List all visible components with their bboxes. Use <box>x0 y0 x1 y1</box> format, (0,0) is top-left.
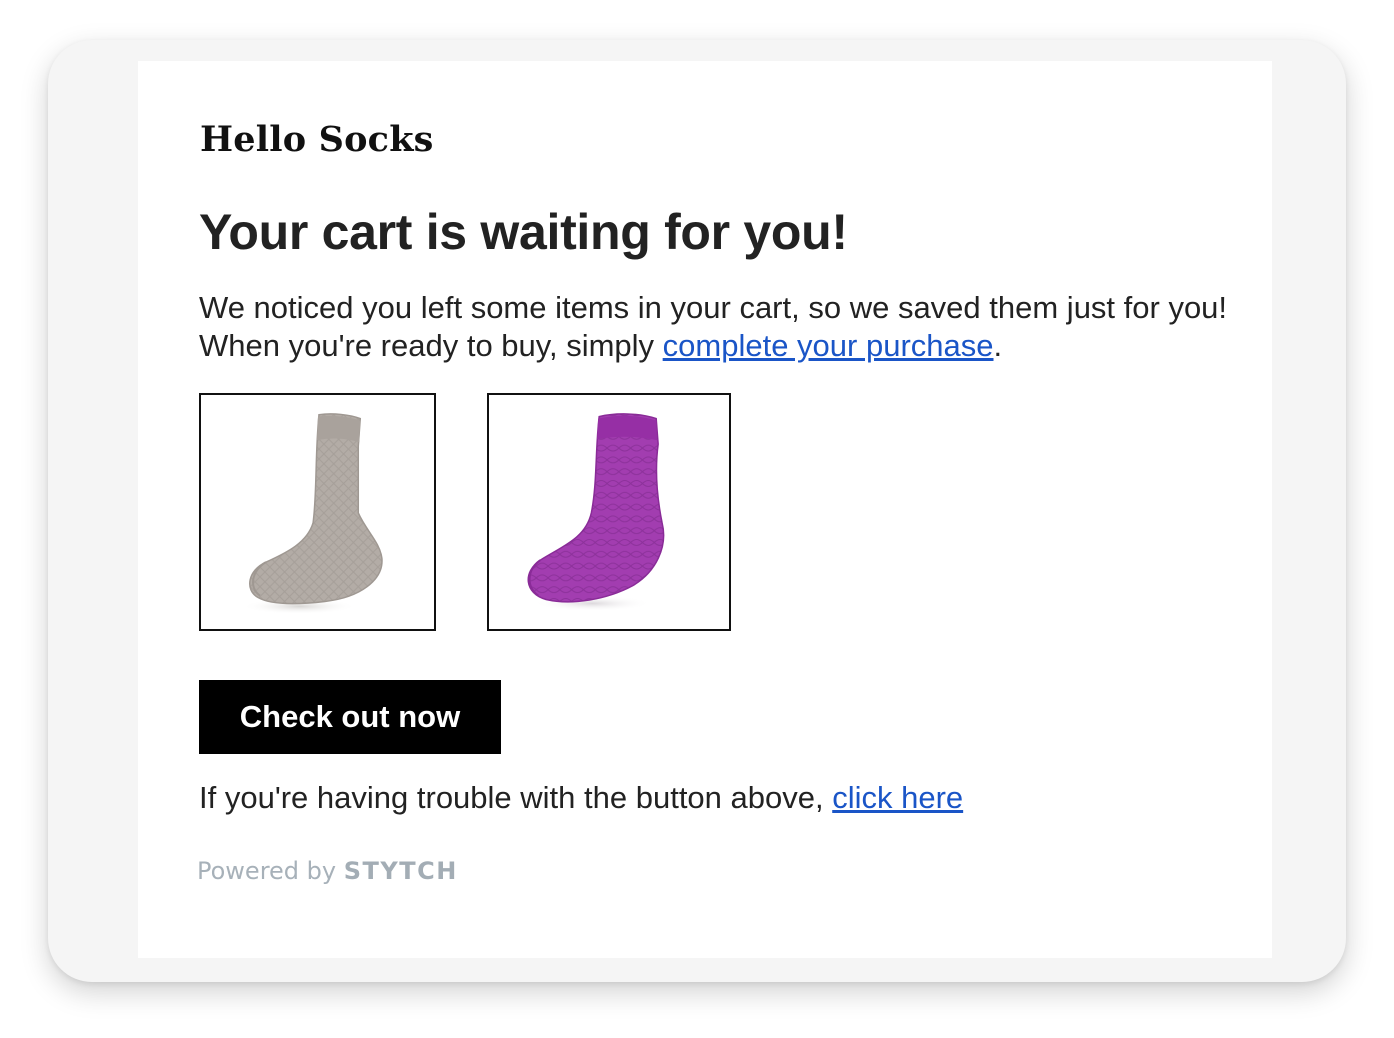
email-body: Hello Socks Your cart is waiting for you… <box>138 61 1272 958</box>
grey-sock-icon <box>242 413 383 615</box>
fallback-text: If you're having trouble with the button… <box>199 779 963 817</box>
fallback-text-label: If you're having trouble with the button… <box>199 780 833 815</box>
product-image-grey-sock[interactable] <box>199 393 436 631</box>
stytch-logo: STYTCH <box>343 857 458 885</box>
check-out-button[interactable]: Check out now <box>199 680 501 754</box>
email-intro-text: We noticed you left some items in your c… <box>199 289 1229 365</box>
brand-logo: Hello Socks <box>200 119 434 160</box>
purple-sock-icon <box>527 413 665 612</box>
complete-purchase-link[interactable]: complete your purchase <box>663 328 994 363</box>
email-headline: Your cart is waiting for you! <box>199 204 848 260</box>
product-image-purple-sock[interactable] <box>487 393 731 631</box>
click-here-link[interactable]: click here <box>832 780 963 815</box>
powered-by-footer: Powered by STYTCH <box>197 857 458 885</box>
powered-by-label: Powered by <box>197 857 337 885</box>
intro-text-end: . <box>993 328 1003 363</box>
